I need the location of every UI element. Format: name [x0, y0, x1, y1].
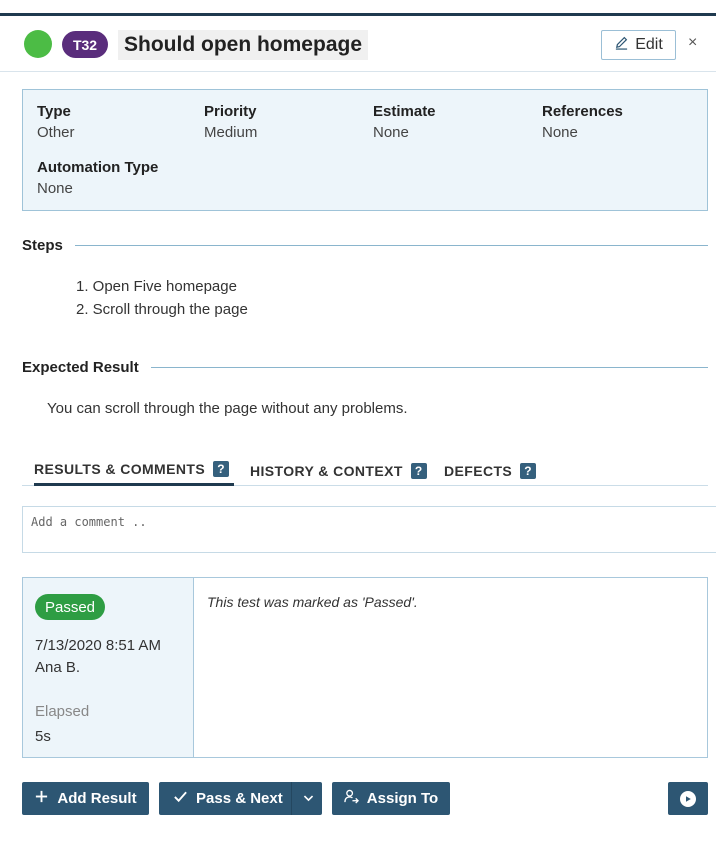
automation-type-value: None	[37, 180, 73, 197]
type-value: Other	[37, 124, 75, 141]
edit-label: Edit	[635, 36, 663, 53]
elapsed-label: Elapsed	[35, 703, 90, 720]
automation-type-label: Automation Type	[37, 159, 159, 176]
plus-icon	[34, 789, 49, 808]
tab-label: DEFECTS	[444, 462, 513, 479]
estimate-label: Estimate	[373, 103, 436, 120]
expected-result-text: You can scroll through the page without …	[47, 400, 408, 417]
result-card: Passed 7/13/2020 8:51 AM Ana B. Elapsed …	[22, 577, 708, 758]
references-field: References None	[542, 102, 623, 143]
automation-type-field: Automation Type None	[37, 158, 158, 199]
comment-input[interactable]	[23, 507, 716, 537]
estimate-value: None	[373, 124, 409, 141]
steps-heading: Steps	[22, 237, 63, 254]
references-label: References	[542, 103, 623, 120]
chevron-down-icon[interactable]	[302, 792, 315, 809]
pass-next-button[interactable]: Pass & Next	[159, 782, 322, 815]
close-icon[interactable]: ×	[688, 34, 697, 52]
references-value: None	[542, 124, 578, 141]
divider	[150, 367, 708, 368]
help-icon[interactable]: ?	[520, 462, 537, 479]
step-item: 1. Open Five homepage	[76, 278, 237, 295]
pass-next-label: Pass & Next	[196, 790, 283, 807]
test-title: Should open homepage	[118, 30, 369, 60]
result-user[interactable]: Ana B.	[35, 659, 80, 676]
elapsed-value: 5s	[35, 728, 51, 745]
assign-to-button[interactable]: Assign To	[332, 782, 450, 815]
pencil-icon	[614, 35, 629, 55]
estimate-field: Estimate None	[373, 102, 436, 143]
run-button[interactable]	[668, 782, 708, 815]
result-status-badge: Passed	[35, 594, 105, 620]
status-indicator	[24, 30, 52, 58]
comment-box[interactable]	[22, 506, 716, 553]
test-properties: Type Other Priority Medium Estimate None…	[22, 89, 708, 211]
priority-field: Priority Medium	[204, 102, 257, 143]
tab-bar: RESULTS & COMMENTS ? HISTORY & CONTEXT ?…	[22, 455, 708, 486]
test-header: T32 Should open homepage Edit ×	[0, 16, 716, 72]
help-icon[interactable]: ?	[410, 462, 427, 479]
add-result-label: Add Result	[57, 790, 137, 807]
edit-button[interactable]: Edit	[601, 30, 676, 60]
play-icon	[680, 790, 696, 807]
step-item: 2. Scroll through the page	[76, 301, 248, 318]
check-icon	[173, 789, 188, 808]
expected-section-header: Expected Result	[22, 359, 708, 376]
help-icon[interactable]: ?	[213, 461, 230, 477]
result-date: 7/13/2020 8:51 AM	[35, 637, 161, 654]
tab-label: HISTORY & CONTEXT	[250, 462, 403, 479]
assign-to-label: Assign To	[366, 790, 439, 807]
priority-value: Medium	[204, 124, 258, 141]
assign-user-icon	[344, 789, 359, 808]
result-meta: Passed 7/13/2020 8:51 AM Ana B. Elapsed …	[23, 578, 194, 757]
tab-history-context[interactable]: HISTORY & CONTEXT ?	[250, 455, 427, 486]
add-result-button[interactable]: Add Result	[22, 782, 149, 815]
type-field: Type Other	[37, 102, 75, 143]
divider	[74, 245, 708, 246]
result-message: This test was marked as 'Passed'.	[207, 594, 418, 610]
test-id-badge: T32	[62, 31, 108, 58]
priority-label: Priority	[204, 103, 257, 120]
tab-results-comments[interactable]: RESULTS & COMMENTS ?	[34, 455, 234, 486]
expected-heading: Expected Result	[22, 359, 139, 376]
tab-defects[interactable]: DEFECTS ?	[444, 455, 537, 486]
type-label: Type	[37, 103, 71, 120]
tab-label: RESULTS & COMMENTS	[34, 461, 206, 477]
steps-section-header: Steps	[22, 237, 708, 254]
button-separator	[291, 782, 292, 815]
